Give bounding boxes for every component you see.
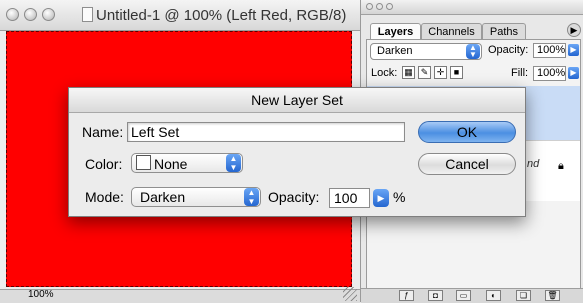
fill-arrow-icon[interactable]: ▶: [568, 67, 579, 79]
mode-label: Mode:: [85, 189, 124, 205]
layer-mask-icon[interactable]: ◘: [428, 290, 443, 301]
mode-chevron-icon[interactable]: ▲ ▼: [244, 188, 259, 206]
palette-zoom-icon[interactable]: [386, 3, 393, 10]
tab-layers[interactable]: Layers: [370, 23, 421, 39]
opacity-label: Opacity:: [268, 189, 320, 205]
minimize-window-icon[interactable]: [24, 8, 37, 21]
opacity-field[interactable]: 100: [329, 188, 370, 208]
mode-select[interactable]: Darken: [131, 187, 261, 207]
close-window-icon[interactable]: [6, 8, 19, 21]
opacity-slider-arrow-icon[interactable]: ▶: [373, 189, 389, 207]
lock-all-icon[interactable]: ■: [450, 66, 463, 79]
tab-channels[interactable]: Channels: [421, 23, 482, 39]
palette-close-icon[interactable]: [366, 3, 373, 10]
palette-menu-icon[interactable]: ▶: [567, 23, 581, 37]
zoom-level[interactable]: 100%: [28, 289, 54, 300]
color-chevron-icon[interactable]: ▲ ▼: [226, 154, 241, 172]
document-title: Untitled-1 @ 100% (Left Red, RGB/8): [96, 7, 347, 24]
layer-opacity-field[interactable]: 100%: [533, 43, 566, 58]
zoom-window-icon[interactable]: [42, 8, 55, 21]
fill-label: Fill:: [511, 67, 529, 79]
tab-paths[interactable]: Paths: [482, 23, 526, 39]
layer-name: nd: [527, 158, 540, 170]
name-label: Name:: [82, 124, 124, 140]
document-proxy-icon[interactable]: [82, 7, 93, 22]
new-set-icon[interactable]: ▭: [456, 290, 471, 301]
color-value: None: [154, 156, 188, 172]
layer-lock-icon: 🔒︎: [558, 160, 564, 172]
dialog-title: New Layer Set: [251, 92, 343, 108]
layer-opacity-arrow-icon[interactable]: ▶: [568, 44, 579, 56]
fill-field[interactable]: 100%: [533, 66, 566, 81]
lock-position-icon[interactable]: ✛: [434, 66, 447, 79]
status-bar: [0, 289, 360, 303]
blend-mode-chevron-icon[interactable]: ▲ ▼: [466, 44, 480, 59]
resize-grip-icon[interactable]: [343, 287, 357, 301]
adjustment-layer-icon[interactable]: ◐: [486, 290, 501, 301]
lock-image-icon[interactable]: ✎: [418, 66, 431, 79]
name-field[interactable]: Left Set: [127, 122, 405, 142]
ok-button[interactable]: OK: [418, 121, 516, 143]
percent-label: %: [393, 189, 406, 205]
lock-transparency-icon[interactable]: ▦: [402, 66, 415, 79]
color-swatch: [136, 155, 151, 170]
palette-title-bar[interactable]: [361, 0, 583, 15]
palette-minimize-icon[interactable]: [376, 3, 383, 10]
layer-opacity-label: Opacity:: [488, 44, 529, 56]
layer-style-icon[interactable]: ƒ: [399, 290, 414, 301]
trash-icon[interactable]: 🗑︎: [545, 290, 560, 301]
lock-label: Lock:: [371, 67, 398, 79]
color-label: Color:: [85, 156, 123, 172]
cancel-button[interactable]: Cancel: [418, 153, 516, 175]
new-layer-icon[interactable]: ❏: [516, 290, 531, 301]
